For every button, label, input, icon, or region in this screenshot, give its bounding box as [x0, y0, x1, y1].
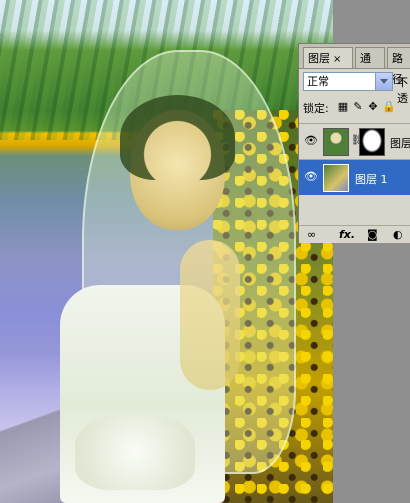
tab-channels[interactable]: 通道 [355, 47, 385, 86]
blend-mode-select[interactable]: 正常 [303, 72, 393, 91]
adjustment-icon[interactable]: ◐ [393, 228, 403, 241]
layer-name: 图层 [390, 137, 410, 150]
lock-pixels-icon[interactable]: ✎ [352, 101, 364, 113]
eye-icon[interactable]: 👁 [303, 134, 319, 148]
hair-image [120, 95, 235, 180]
document-canvas[interactable] [0, 0, 333, 503]
fx-icon[interactable]: fx. [339, 228, 355, 241]
lock-row: 锁定: ▦ ✎ ✥ 🔒 [303, 100, 410, 116]
lock-all-icon[interactable]: 🔒 [382, 101, 396, 113]
lock-label: 锁定: [303, 102, 329, 115]
lock-position-icon[interactable]: ✥ [367, 101, 379, 113]
link-icon[interactable]: ∞ [307, 228, 316, 241]
tab-paths[interactable]: 路径 [387, 47, 410, 86]
layer-row-selected[interactable]: 👁 图层 1 [299, 159, 410, 195]
layers-panel: 图层× 通道 路径 正常 不透 锁定: ▦✎✥🔒 👁 ⛓ 图层 👁 图层 1 [298, 43, 410, 243]
layer-name: 图层 1 [355, 173, 388, 186]
lock-transparency-icon[interactable]: ▦ [337, 101, 349, 113]
blend-row: 正常 不透 [303, 72, 410, 105]
layer-thumbnail [323, 128, 349, 156]
arm-image [180, 240, 240, 390]
layer-thumbnail [323, 164, 349, 192]
tab-label: 图层 [308, 52, 330, 65]
layer-mask-thumbnail[interactable] [359, 128, 385, 156]
bow-image [75, 415, 195, 490]
layer-row[interactable]: 👁 ⛓ 图层 [299, 123, 410, 159]
panel-bottom-bar: ∞ fx. ◙ ◐ [299, 225, 410, 244]
panel-tabs: 图层× 通道 路径 [299, 44, 410, 86]
close-icon[interactable]: × [333, 54, 341, 65]
chevron-down-icon[interactable] [375, 73, 392, 90]
bride-photo [60, 40, 310, 503]
eye-icon[interactable]: 👁 [303, 170, 319, 184]
mask-icon[interactable]: ◙ [367, 228, 378, 241]
blend-mode-value: 正常 [307, 75, 329, 88]
lock-icons: ▦ ✎ ✥ 🔒 [337, 100, 397, 113]
tab-layers[interactable]: 图层 × [303, 47, 353, 68]
